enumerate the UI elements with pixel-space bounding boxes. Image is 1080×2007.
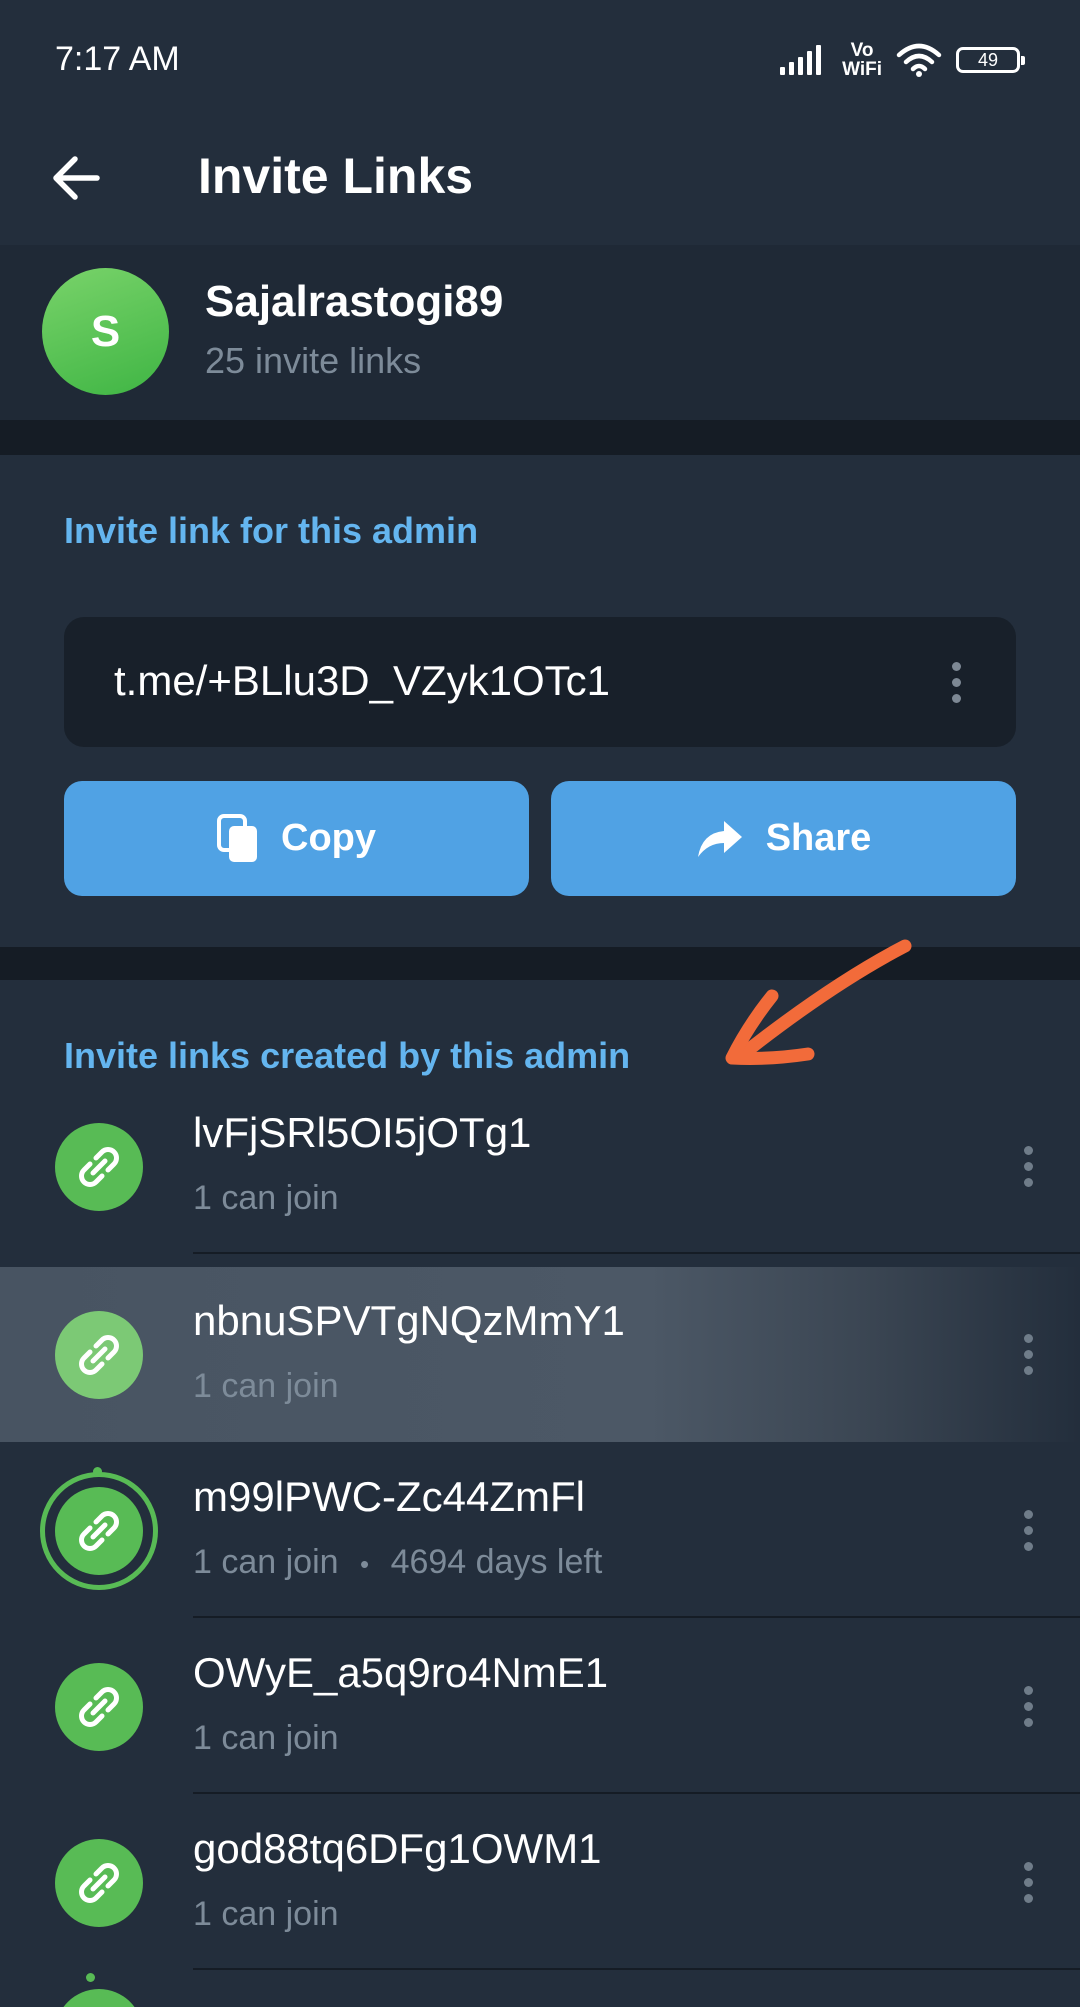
invite-link-usage: 1 can join [193,1719,339,1757]
invite-link-usage: 1 can join [193,1367,339,1405]
vowifi-top-text: Vo [850,40,874,61]
back-arrow-icon [53,156,100,200]
invite-links-count: 25 invite links [205,340,422,381]
avatar: S [42,268,169,395]
invite-link-row[interactable]: OWyE_a5q9ro4NmE1 1 can join [0,1619,1080,1794]
expiry-progress-dot [86,1973,95,1982]
invite-link-expiry: 4694 days left [390,1543,603,1581]
invite-link-row[interactable]: m99lPWC-Zc44ZmFl 1 can join • 4694 days … [0,1443,1080,1618]
share-icon [697,820,742,857]
link-icon [55,1123,143,1211]
share-button-label: Share [765,817,872,859]
copy-button[interactable]: Copy [64,781,529,896]
link-icon [55,1663,143,1751]
app-header: Invite Links [0,120,1080,245]
invite-link-field[interactable]: t.me/+BLlu3D_VZyk1OTc1 [64,617,1016,747]
row-divider [193,1616,1080,1618]
link-icon [55,1487,143,1575]
expiry-progress-dot [93,1467,102,1476]
row-divider [193,1792,1080,1794]
invite-link-name: OWyE_a5q9ro4NmE1 [193,1649,609,1696]
status-time: 7:17 AM [55,40,180,78]
row-options-button[interactable] [1008,1847,1048,1917]
link-icon [55,1989,143,2007]
row-options-button[interactable] [1008,1131,1048,1201]
copy-button-label: Copy [281,817,376,859]
invite-link-name: nbnuSPVTgNQzMmY1 [193,1297,625,1344]
battery-icon: 49 [956,47,1025,73]
invite-link-usage: 1 can join • 4694 days left [193,1543,602,1582]
status-bar: 7:17 AM Vo WiFi 49 [0,0,1080,120]
battery-level: 49 [977,49,999,70]
invite-link-usage: 1 can join [193,1895,339,1933]
invite-link-row-partial[interactable] [0,1971,1080,2007]
row-divider [193,1968,1080,1970]
invite-link-row[interactable]: lvFjSRl5OI5jOTg1 1 can join [0,1079,1080,1254]
status-icons: Vo WiFi 49 [780,36,1025,84]
section-divider [0,420,1080,455]
row-options-button[interactable] [1008,1671,1048,1741]
wifi-icon [896,43,942,77]
row-divider [193,1252,1080,1254]
created-links-section-title: Invite links created by this admin [64,1035,631,1076]
link-icon [55,1839,143,1927]
page-title: Invite Links [198,148,474,204]
vowifi-bottom-text: WiFi [842,59,882,80]
invite-link-text: t.me/+BLlu3D_VZyk1OTc1 [114,657,611,704]
screen: 7:17 AM Vo WiFi 49 Invite Links S Sajalr… [0,0,1080,2007]
back-button[interactable] [40,142,112,214]
separator-dot: • [360,1548,370,1579]
admin-link-section-title: Invite link for this admin [64,510,479,551]
invite-link-row[interactable]: nbnuSPVTgNQzMmY1 1 can join [0,1267,1080,1442]
copy-icon [217,813,257,862]
link-icon [55,1311,143,1399]
admin-link-section: Invite link for this admin t.me/+BLlu3D_… [0,455,1080,947]
invite-link-usage-count: 1 can join [193,1543,339,1581]
invite-link-name: lvFjSRl5OI5jOTg1 [193,1109,532,1156]
row-options-button[interactable] [1008,1495,1048,1565]
avatar-letter: S [90,306,121,356]
invite-link-name: god88tq6DFg1OWM1 [193,1825,602,1872]
created-links-section: Invite links created by this admin lvFjS… [0,980,1080,2007]
admin-profile[interactable]: S Sajalrastogi89 25 invite links [0,245,1080,420]
invite-link-usage: 1 can join [193,1179,339,1217]
admin-name: Sajalrastogi89 [205,277,504,326]
vowifi-icon: Vo WiFi [842,41,882,79]
row-options-button[interactable] [1008,1319,1048,1389]
link-options-button[interactable] [936,647,976,717]
share-button[interactable]: Share [551,781,1016,896]
signal-icon [780,45,822,75]
annotation-arrow-icon [725,939,912,1065]
invite-link-row[interactable]: god88tq6DFg1OWM1 1 can join [0,1795,1080,1970]
invite-link-name: m99lPWC-Zc44ZmFl [193,1473,586,1520]
